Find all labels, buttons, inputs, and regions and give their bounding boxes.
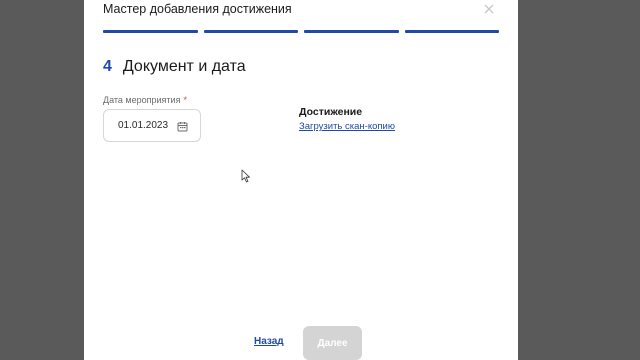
step-title: Документ и дата — [122, 58, 246, 75]
back-button[interactable]: Назад — [254, 336, 284, 347]
date-field-label-text: Дата мероприятия — [103, 95, 181, 105]
modal-title: Мастер добавления достижения — [103, 2, 292, 16]
progress-step-2 — [203, 30, 298, 33]
upload-scan-link[interactable]: Загрузить скан-копию — [299, 121, 395, 132]
event-date-value: 01.01.2023 — [118, 120, 169, 131]
event-date-input[interactable]: 01.01.2023 — [103, 109, 201, 142]
step-heading: 4 Документ и дата — [103, 58, 246, 76]
progress-steps — [103, 30, 499, 33]
date-field-label: Дата мероприятия * — [103, 95, 187, 105]
required-mark: * — [183, 95, 187, 105]
close-icon[interactable] — [482, 2, 496, 16]
mouse-cursor-icon — [241, 169, 250, 183]
progress-step-4 — [404, 30, 499, 33]
calendar-icon[interactable] — [177, 121, 188, 132]
progress-step-1 — [103, 30, 198, 33]
achievement-title: Достижение — [299, 106, 363, 118]
step-number: 4 — [103, 58, 112, 75]
progress-step-3 — [304, 30, 399, 33]
wizard-modal: Мастер добавления достижения 4 Документ … — [84, 0, 518, 360]
next-button[interactable]: Далее — [303, 326, 362, 360]
